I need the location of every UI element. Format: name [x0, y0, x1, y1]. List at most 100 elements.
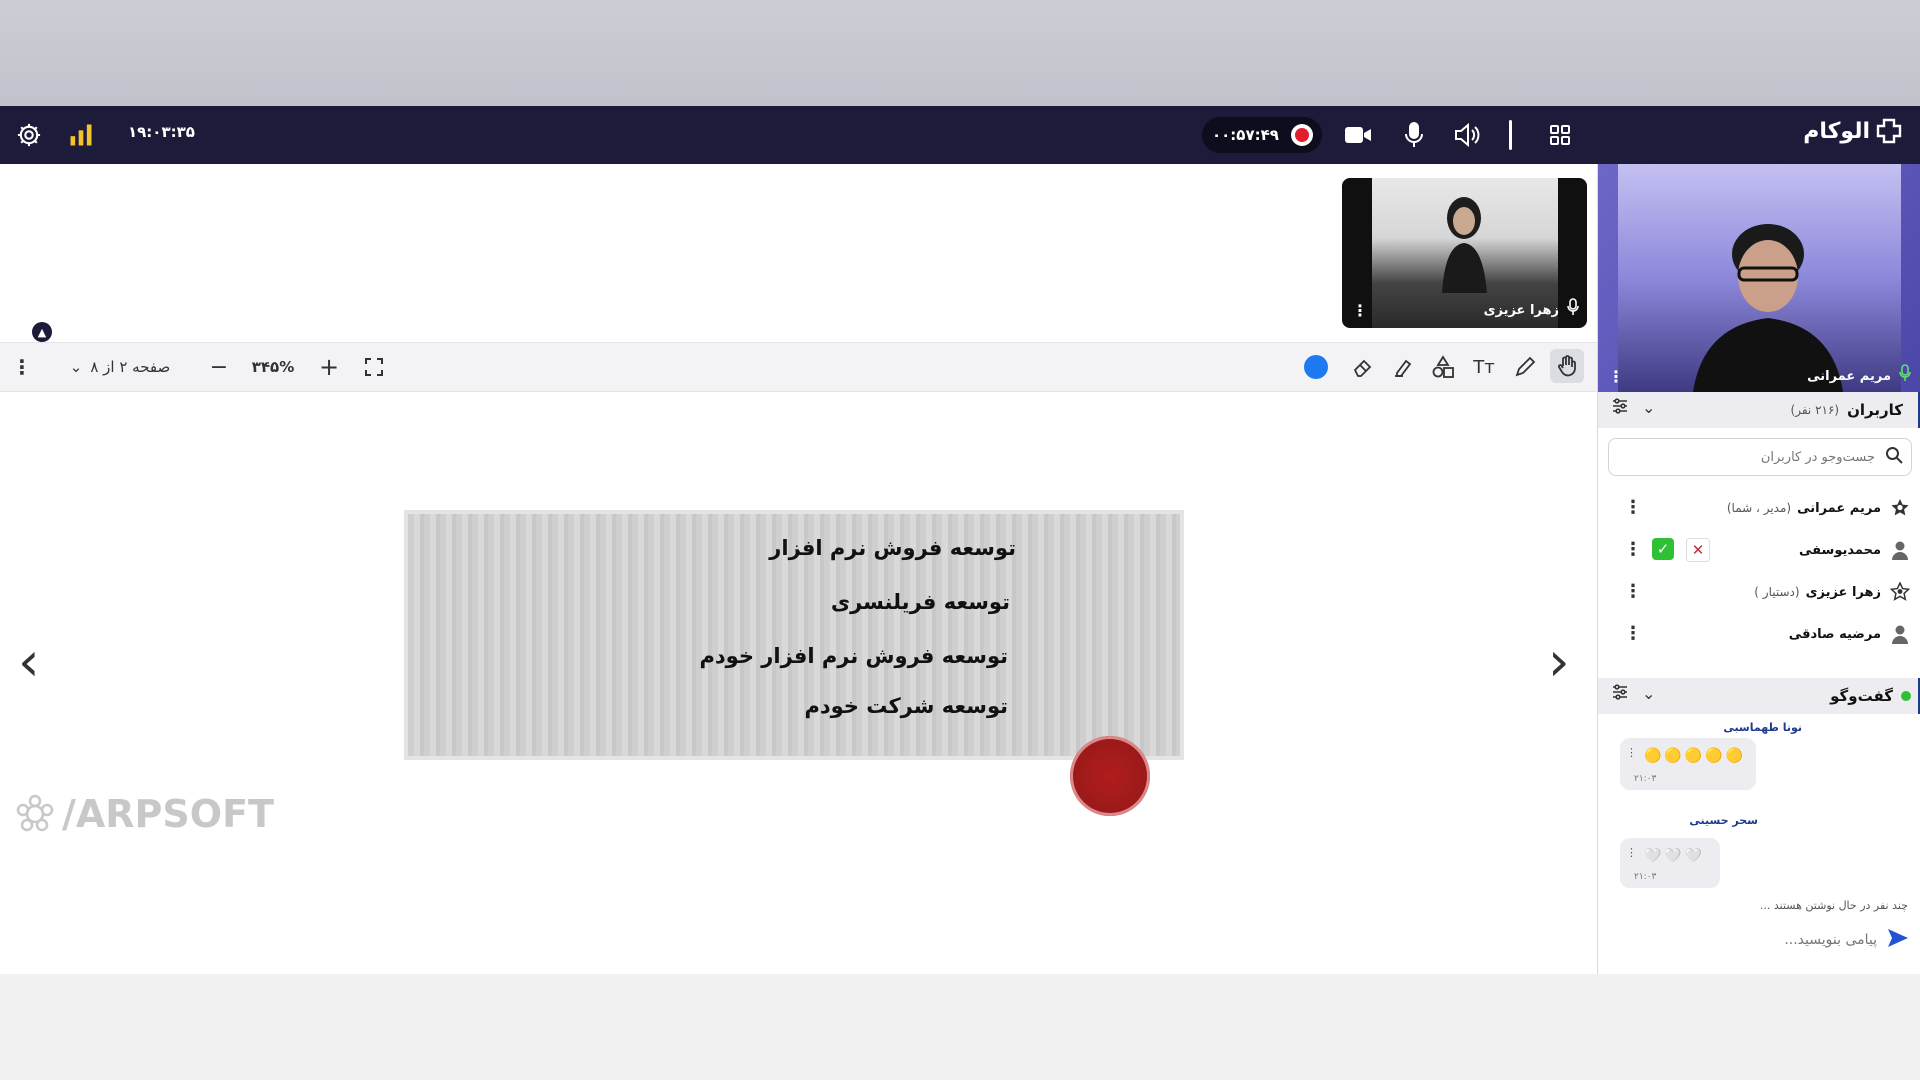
presenter-kebab-icon[interactable]: ⋮	[1352, 301, 1368, 320]
chat-collapse-chevron-icon[interactable]: ⌄	[1642, 684, 1655, 704]
grid-layout-icon[interactable]	[1543, 118, 1577, 152]
send-arrow-icon[interactable]	[1887, 928, 1909, 954]
pencil-icon[interactable]	[1512, 353, 1538, 381]
message-kebab-icon[interactable]: ⋮	[1626, 846, 1637, 859]
zoom-in-button[interactable]: +	[318, 353, 340, 381]
presenter-name: زهرا عزیزی	[1483, 303, 1559, 318]
message-kebab-icon[interactable]: ⋮	[1626, 746, 1637, 759]
user-avatar-icon	[1889, 539, 1911, 561]
fullscreen-icon[interactable]	[362, 353, 386, 381]
settings-gear-icon[interactable]	[12, 118, 46, 152]
video-strip: ▲ زهرا عزیزی ⋮	[0, 164, 1597, 343]
chat-title: گفت‌وگو	[1830, 687, 1893, 705]
user-kebab-icon[interactable]: ⋮	[1624, 497, 1642, 518]
presenter-mic-icon	[1567, 298, 1579, 320]
chat-message[interactable]: ⋮ 🟡🟡🟡🟡🟡 ۲۱:۰۳	[1620, 738, 1756, 790]
toolbar-kebab-icon[interactable]: ⋮	[12, 353, 32, 381]
message-time: ۲۱:۰۳	[1634, 774, 1657, 784]
user-row[interactable]: زهرا عزیزی (دستیار ) ⋮	[1598, 572, 1920, 612]
user-row[interactable]: مرضیه صادقی ⋮	[1598, 614, 1920, 654]
chat-sender: سحر حسینی	[1689, 814, 1758, 827]
self-name: مریم عمرانی	[1807, 369, 1891, 384]
slide-line: توسعه شرکت خودم	[804, 694, 1008, 718]
user-kebab-icon[interactable]: ⋮	[1624, 623, 1642, 644]
chat-sender: نونا طهماسبی	[1723, 721, 1802, 734]
browser-bottom-area	[0, 974, 1920, 1080]
pen-color-swatch[interactable]	[1304, 355, 1328, 379]
users-title: کاربران	[1847, 401, 1903, 419]
collapse-chevron-up-icon[interactable]: ▲	[32, 322, 52, 342]
admin-star-icon	[1889, 497, 1911, 519]
chevron-down-icon: ⌄	[69, 358, 83, 376]
user-name: محمدیوسفی	[1799, 542, 1881, 558]
highlighter-icon[interactable]	[1390, 353, 1416, 381]
whiteboard-toolbar: ⋮ ⌄ صفحه ۲ از ۸ − ۳۴۵% + Tт	[0, 343, 1597, 392]
previous-slide-chevron-left-icon[interactable]: ‹	[18, 630, 40, 693]
page-label: صفحه ۲ از ۸	[90, 358, 171, 376]
presenter-video-thumbnail[interactable]: زهرا عزیزی ⋮	[1342, 178, 1587, 328]
page-selector[interactable]: ⌄ صفحه ۲ از ۸	[64, 353, 176, 381]
presenter-silhouette	[1442, 197, 1487, 293]
self-video[interactable]: مریم عمرانی ⋮	[1598, 164, 1920, 392]
online-status-dot	[1901, 691, 1911, 701]
user-role: (دستیار )	[1754, 585, 1800, 599]
users-section-header[interactable]: کاربران (۲۱۶ نفر) ⌄	[1598, 392, 1920, 428]
main-area: ▲ زهرا عزیزی ⋮ ⋮ ⌄ صفحه ۲ از ۸ − ۳۴۵% +	[0, 164, 1597, 974]
speaker-icon[interactable]	[1450, 118, 1484, 152]
search-icon	[1885, 446, 1903, 468]
zoom-level: ۳۴۵%	[251, 358, 295, 376]
microphone-icon[interactable]	[1397, 118, 1431, 152]
user-role: (مدیر ، شما)	[1726, 501, 1792, 515]
camera-icon[interactable]	[1341, 118, 1375, 152]
hand-icon	[1558, 355, 1576, 377]
users-count: (۲۱۶ نفر)	[1790, 403, 1840, 417]
reject-x-icon[interactable]: ✕	[1686, 538, 1710, 562]
eraser-icon[interactable]	[1350, 353, 1376, 381]
whiteboard-canvas[interactable]: ‹ › توسعه فروش نرم افزار توسعه فریلنسری …	[0, 392, 1597, 974]
chat-filter-icon[interactable]	[1612, 684, 1628, 704]
record-icon	[1291, 124, 1313, 146]
user-avatar-icon	[1889, 623, 1911, 645]
hand-tool-button[interactable]	[1550, 349, 1584, 383]
watermark-logo-icon	[16, 794, 54, 832]
zoom-out-button[interactable]: −	[208, 353, 230, 381]
top-bar: ۱۹:۰۳:۳۵ ۰۰:۵۷:۴۹ الوکام	[0, 106, 1920, 164]
users-collapse-chevron-icon[interactable]: ⌄	[1642, 398, 1655, 418]
users-search-input[interactable]	[1623, 448, 1877, 466]
chat-compose[interactable]	[1598, 916, 1920, 964]
recording-time: ۰۰:۵۷:۴۹	[1212, 126, 1279, 144]
user-row[interactable]: محمدیوسفی ✓ ✕ ⋮	[1598, 530, 1920, 570]
accept-check-icon[interactable]: ✓	[1652, 538, 1674, 560]
chat-message-input[interactable]	[1635, 931, 1879, 949]
slide-content: توسعه فروش نرم افزار توسعه فریلنسری توسع…	[404, 510, 1184, 760]
session-clock: ۱۹:۰۳:۳۵	[128, 123, 195, 141]
user-row[interactable]: مریم عمرانی (مدیر ، شما) ⋮	[1598, 488, 1920, 528]
text-tool-icon[interactable]: Tт	[1470, 353, 1498, 381]
user-name: زهرا عزیزی	[1805, 584, 1881, 600]
shapes-icon[interactable]	[1430, 353, 1456, 381]
signal-bars-icon[interactable]	[64, 118, 98, 152]
chat-message[interactable]: ⋮ 🤍🤍🤍 ۲۱:۰۳	[1620, 838, 1720, 888]
users-search-box[interactable]	[1608, 438, 1912, 476]
message-emoji: 🤍🤍🤍	[1644, 848, 1706, 864]
slide-line: توسعه فروش نرم افزار خودم	[699, 644, 1009, 668]
browser-top-area	[0, 0, 1920, 106]
user-name: مریم عمرانی	[1797, 500, 1881, 516]
user-kebab-icon[interactable]: ⋮	[1624, 581, 1642, 602]
next-slide-chevron-right-icon[interactable]: ›	[1548, 630, 1570, 693]
users-filter-icon[interactable]	[1612, 398, 1628, 418]
message-emoji: 🟡🟡🟡🟡🟡	[1644, 748, 1747, 764]
self-kebab-icon[interactable]: ⋮	[1608, 367, 1624, 386]
chat-section-header[interactable]: گفت‌وگو ⌄	[1598, 678, 1920, 714]
watermark: /ARPSOFT	[14, 792, 274, 836]
recording-indicator[interactable]: ۰۰:۵۷:۴۹	[1202, 117, 1322, 153]
user-kebab-icon[interactable]: ⋮	[1624, 539, 1642, 560]
user-name: مرضیه صادقی	[1788, 626, 1881, 642]
app-logo-text: الوکام	[1803, 118, 1870, 144]
red-seal-stamp	[1070, 736, 1150, 816]
assistant-star-icon	[1889, 581, 1911, 603]
message-time: ۲۱:۰۳	[1634, 872, 1657, 882]
logo-puzzle-icon	[1876, 118, 1902, 144]
self-mic-active-icon	[1899, 364, 1911, 386]
slide-line: توسعه فروش نرم افزار	[769, 536, 1016, 560]
